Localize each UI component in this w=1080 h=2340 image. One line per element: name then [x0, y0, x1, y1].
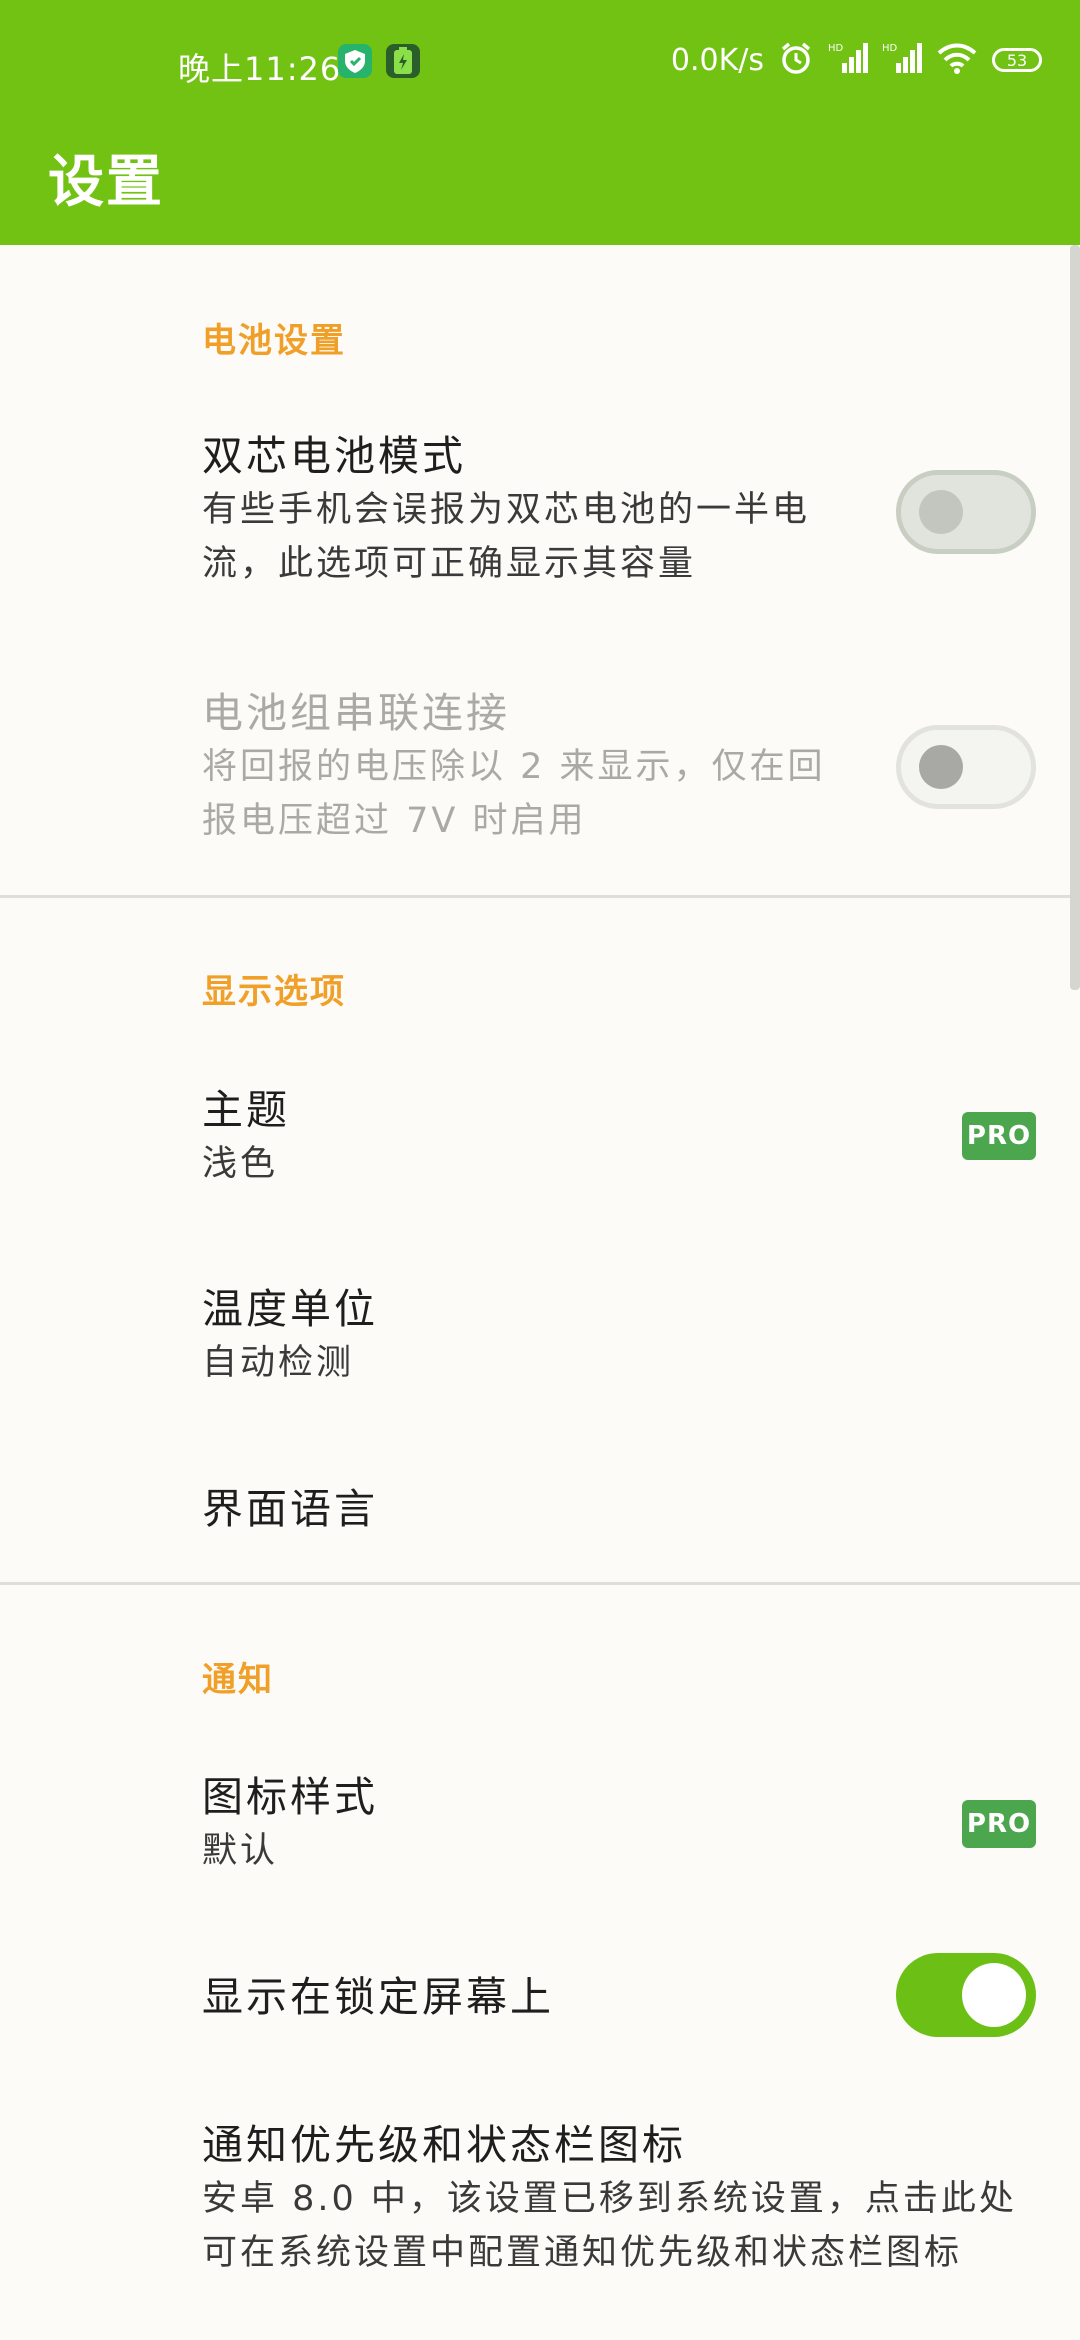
pref-summary-line: 将回报的电压除以 2 来显示，仅在回 [202, 747, 826, 787]
pref-summary-line: 报电压超过 7V 时启用 [202, 801, 587, 841]
toggle-thumb [919, 490, 963, 534]
battery-series-toggle [896, 725, 1036, 809]
pref-temperature-unit[interactable]: 温度单位 自动检测 [202, 1282, 862, 1390]
pref-title: 通知优先级和状态栏图标 [202, 2121, 686, 2169]
svg-text:HD: HD [828, 43, 844, 54]
signal-hd-icon: HD [828, 41, 868, 79]
wifi-icon [936, 41, 978, 79]
status-time: 晚上11:26 [178, 50, 342, 88]
status-bar: 晚上11:26 0.0K/s HD HD 53 [0, 0, 1080, 125]
pref-title: 电池组串联连接 [202, 689, 510, 737]
scrollbar[interactable] [1070, 245, 1080, 990]
page-title: 设置 [48, 150, 164, 215]
pref-summary-line: 流，此选项可正确显示其容量 [202, 544, 697, 584]
pref-icon-style[interactable]: 图标样式 默认 [202, 1770, 862, 1878]
section-divider [0, 895, 1080, 898]
toggle-thumb [919, 745, 963, 789]
alarm-icon [778, 40, 814, 80]
dual-cell-toggle[interactable] [896, 470, 1036, 554]
pref-value: 浅色 [202, 1144, 279, 1184]
svg-text:HD: HD [882, 43, 898, 54]
pref-title: 主题 [202, 1086, 290, 1134]
pref-summary-line: 可在系统设置中配置通知优先级和状态栏图标 [202, 2233, 963, 2273]
category-notification-header: 通知 [202, 1660, 274, 1700]
shield-app-icon [338, 44, 372, 78]
pref-notification-priority[interactable]: 通知优先级和状态栏图标 安卓 8.0 中，该设置已移到系统设置，点击此处 可在系… [202, 2118, 1062, 2280]
pref-value: 默认 [202, 1831, 279, 1871]
battery-level: 53 [1006, 50, 1028, 70]
net-speed: 0.0K/s [670, 42, 764, 78]
pref-battery-series: 电池组串联连接 将回报的电压除以 2 来显示，仅在回 报电压超过 7V 时启用 [202, 686, 862, 848]
category-battery-header: 电池设置 [202, 321, 346, 361]
pref-show-on-lock-screen[interactable]: 显示在锁定屏幕上 [202, 1970, 862, 2024]
pref-title: 双芯电池模式 [202, 432, 466, 480]
pref-interface-language[interactable]: 界面语言 [202, 1482, 862, 1536]
section-divider [0, 1582, 1080, 1585]
pref-theme[interactable]: 主题 浅色 [202, 1083, 862, 1191]
pref-value: 自动检测 [202, 1343, 355, 1383]
pro-badge: PRO [962, 1800, 1036, 1848]
signal-hd-icon: HD [882, 41, 922, 79]
lock-screen-toggle[interactable] [896, 1953, 1036, 2037]
battery-app-icon [386, 44, 420, 78]
pro-badge: PRO [962, 1112, 1036, 1160]
toggle-thumb [962, 1963, 1026, 2027]
pref-title: 温度单位 [202, 1285, 378, 1333]
battery-icon: 53 [992, 48, 1042, 72]
pref-title: 界面语言 [202, 1485, 378, 1533]
pref-title: 图标样式 [202, 1773, 378, 1821]
pref-summary-line: 安卓 8.0 中，该设置已移到系统设置，点击此处 [202, 2179, 1017, 2219]
category-display-header: 显示选项 [202, 972, 346, 1012]
app-toolbar: 设置 [0, 125, 1080, 245]
pref-summary-line: 有些手机会误报为双芯电池的一半电 [202, 490, 811, 530]
pref-dual-cell-battery[interactable]: 双芯电池模式 有些手机会误报为双芯电池的一半电 流，此选项可正确显示其容量 [202, 429, 862, 591]
pref-title: 显示在锁定屏幕上 [202, 1973, 554, 2021]
